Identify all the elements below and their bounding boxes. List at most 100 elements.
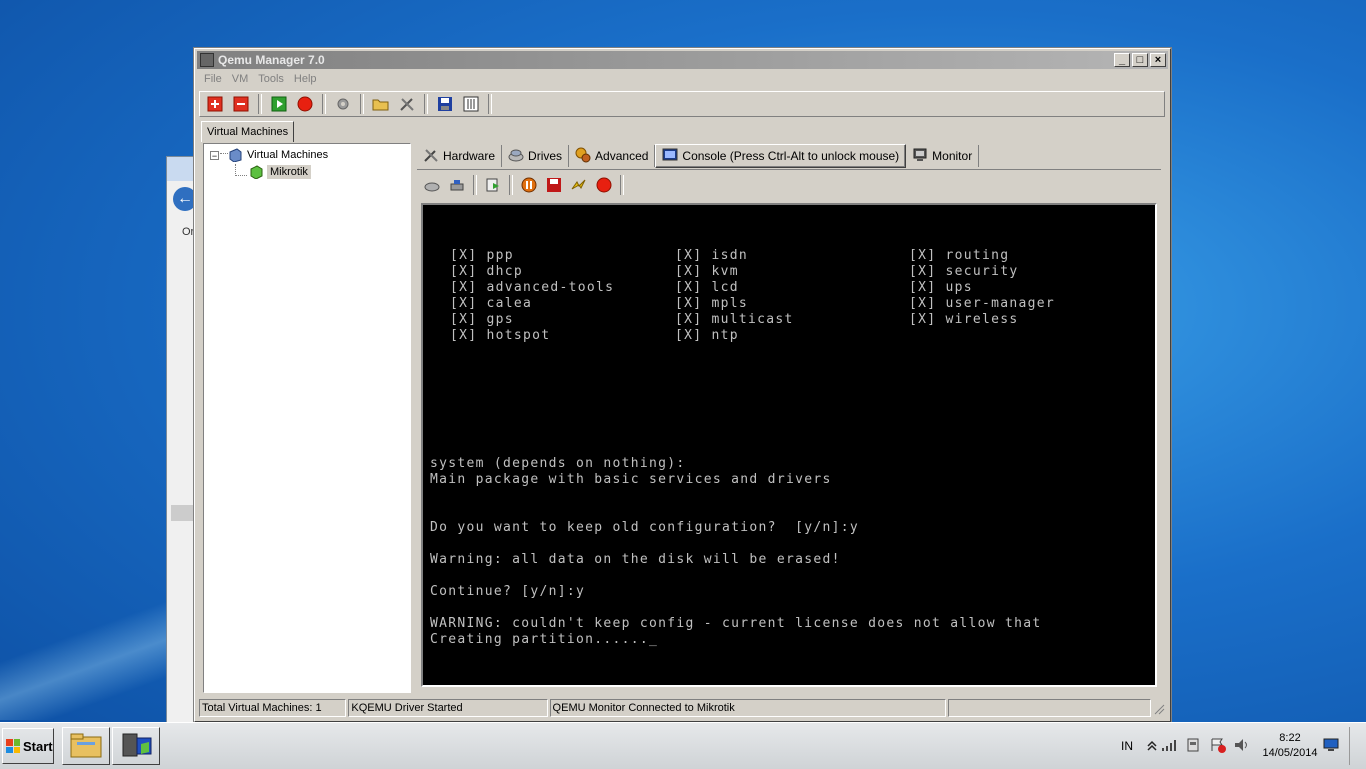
save-icon[interactable] bbox=[434, 93, 456, 115]
toolbar-separator bbox=[509, 175, 513, 195]
network-signal-icon[interactable] bbox=[1161, 738, 1185, 755]
window-title: Qemu Manager 7.0 bbox=[218, 53, 325, 67]
close-button[interactable]: × bbox=[1150, 53, 1166, 67]
language-indicator[interactable]: IN bbox=[1121, 739, 1133, 753]
hardware-icon bbox=[423, 147, 439, 166]
tree-root-row[interactable]: − Virtual Machines bbox=[210, 148, 329, 163]
background-window-organize-label[interactable]: Or bbox=[182, 226, 194, 238]
show-desktop-button[interactable] bbox=[1349, 727, 1366, 765]
floppy-drive-icon[interactable] bbox=[421, 174, 443, 196]
tab-monitor-label: Monitor bbox=[932, 149, 973, 163]
add-vm-icon[interactable] bbox=[204, 93, 226, 115]
show-hidden-icons-chevron-icon[interactable] bbox=[1147, 739, 1161, 754]
taskbar-qemu-manager-button[interactable] bbox=[112, 727, 160, 765]
tab-drives[interactable]: Drives bbox=[502, 145, 570, 167]
cd-drive-icon[interactable] bbox=[446, 174, 468, 196]
main-toolbar bbox=[199, 91, 1165, 117]
pause-icon[interactable] bbox=[518, 174, 540, 196]
folder-icon bbox=[69, 731, 103, 762]
console-line: [X] advanced-tools bbox=[450, 280, 615, 295]
toolbar-separator bbox=[360, 94, 364, 114]
volume-speaker-icon[interactable] bbox=[1233, 737, 1257, 756]
save-state-icon[interactable] bbox=[543, 174, 565, 196]
remove-vm-icon[interactable] bbox=[230, 93, 252, 115]
drives-icon bbox=[508, 147, 524, 166]
start-label: Start bbox=[23, 738, 53, 754]
console-line: [X] dhcp bbox=[450, 264, 524, 279]
console-line: [X] multicast bbox=[675, 312, 794, 327]
open-folder-icon[interactable] bbox=[370, 93, 392, 115]
action-center-flag-icon[interactable] bbox=[1209, 737, 1233, 756]
status-monitor-connection: QEMU Monitor Connected to Mikrotik bbox=[549, 699, 946, 717]
tree-collapse-icon[interactable]: − bbox=[210, 150, 219, 160]
console-line: [X] ups bbox=[909, 280, 973, 295]
console-package-column-2: [X] isdn [X] kvm [X] lcd [X] mpls [X] multic… bbox=[675, 248, 794, 344]
tab-advanced-label: Advanced bbox=[595, 149, 649, 163]
console-toolbar bbox=[417, 173, 1165, 197]
console-line: Continue? [y/n]:y bbox=[430, 584, 586, 599]
reset-lightning-icon[interactable] bbox=[568, 174, 590, 196]
start-vm-icon[interactable] bbox=[268, 93, 290, 115]
console-package-column-3: [X] routing [X] security [X] ups [X] user-m… bbox=[909, 248, 1055, 328]
console-line: Warning: all data on the disk will be er… bbox=[430, 552, 841, 567]
tab-drives-label: Drives bbox=[528, 149, 563, 163]
start-button[interactable]: Start bbox=[2, 728, 54, 764]
taskbar-explorer-button[interactable] bbox=[62, 727, 110, 765]
menu-tools[interactable]: Tools bbox=[253, 71, 289, 89]
maximize-button[interactable]: □ bbox=[1132, 53, 1148, 67]
toolbar-separator bbox=[473, 175, 477, 195]
system-clock[interactable]: 8:22 14/05/2014 bbox=[1257, 731, 1323, 761]
toolbar-separator bbox=[322, 94, 326, 114]
tab-advanced[interactable]: Advanced bbox=[569, 145, 656, 167]
menu-vm[interactable]: VM bbox=[227, 71, 254, 89]
toolbar-separator bbox=[258, 94, 262, 114]
console-line: system (depends on nothing): bbox=[430, 456, 686, 471]
clock-time: 8:22 bbox=[1279, 732, 1301, 744]
console-line: [X] gps bbox=[450, 312, 514, 327]
stop-vm-icon[interactable] bbox=[294, 93, 316, 115]
tab-console-label: Console (Press Ctrl-Alt to unlock mouse) bbox=[682, 149, 900, 163]
tab-console[interactable]: Console (Press Ctrl-Alt to unlock mouse) bbox=[655, 144, 907, 168]
tab-virtual-machines[interactable]: Virtual Machines bbox=[201, 121, 295, 142]
toolbar-separator bbox=[424, 94, 428, 114]
tab-hardware[interactable]: Hardware bbox=[417, 145, 503, 167]
console-line: WARNING: couldn't keep config - current … bbox=[430, 616, 1042, 631]
menu-help[interactable]: Help bbox=[289, 71, 322, 89]
vm-tabs-bar: Hardware Drives Advanced Console (Press … bbox=[417, 143, 1161, 170]
tree-item-mikrotik-label: Mikrotik bbox=[267, 165, 311, 179]
resize-grip-icon[interactable] bbox=[1153, 699, 1165, 715]
toolbar-separator bbox=[488, 94, 492, 114]
qemu-manager-icon bbox=[119, 730, 153, 763]
power-off-icon[interactable] bbox=[593, 174, 615, 196]
taskbar: Start IN 8:22 14/05/2014 bbox=[0, 722, 1366, 769]
console-line: [X] kvm bbox=[675, 264, 739, 279]
properties-sliders-icon[interactable] bbox=[460, 93, 482, 115]
console-line: [X] wireless bbox=[909, 312, 1019, 327]
console-line: [X] isdn bbox=[675, 248, 749, 263]
console-package-column-1: [X] ppp [X] dhcp [X] advanced-tools [X] cal… bbox=[450, 248, 614, 344]
tree-item-mikrotik[interactable]: Mikrotik bbox=[249, 165, 311, 180]
tab-monitor[interactable]: Monitor bbox=[906, 145, 980, 167]
tools-icon[interactable] bbox=[396, 93, 418, 115]
virtual-machines-folder-icon bbox=[228, 148, 242, 163]
window-titlebar[interactable]: Qemu Manager 7.0 _ □ × bbox=[197, 51, 1168, 69]
console-line: Main package with basic services and dri… bbox=[430, 472, 832, 487]
menu-bar: File VM Tools Help bbox=[199, 71, 322, 89]
settings-gear-icon[interactable] bbox=[332, 93, 354, 115]
send-keys-icon[interactable] bbox=[482, 174, 504, 196]
safely-remove-hardware-icon[interactable] bbox=[1185, 737, 1209, 756]
console-line: [X] calea bbox=[450, 296, 533, 311]
console-line: [X] routing bbox=[909, 248, 1010, 263]
menu-file[interactable]: File bbox=[199, 71, 227, 89]
console-line: [X] security bbox=[909, 264, 1019, 279]
qemu-manager-window: Qemu Manager 7.0 _ □ × File VM Tools Hel… bbox=[194, 48, 1171, 722]
status-kqemu-driver: KQEMU Driver Started bbox=[348, 699, 548, 717]
vm-details-pane: Hardware Drives Advanced Console (Press … bbox=[417, 143, 1161, 693]
monitor-screen-icon[interactable] bbox=[1323, 738, 1345, 755]
tree-root-label: Virtual Machines bbox=[247, 149, 329, 161]
toolbar-separator bbox=[620, 175, 624, 195]
minimize-button[interactable]: _ bbox=[1114, 53, 1130, 67]
vm-cube-icon bbox=[249, 165, 263, 180]
advanced-icon bbox=[575, 147, 591, 166]
vm-console-screen[interactable]: [X] ppp [X] dhcp [X] advanced-tools [X] cal… bbox=[421, 203, 1157, 687]
